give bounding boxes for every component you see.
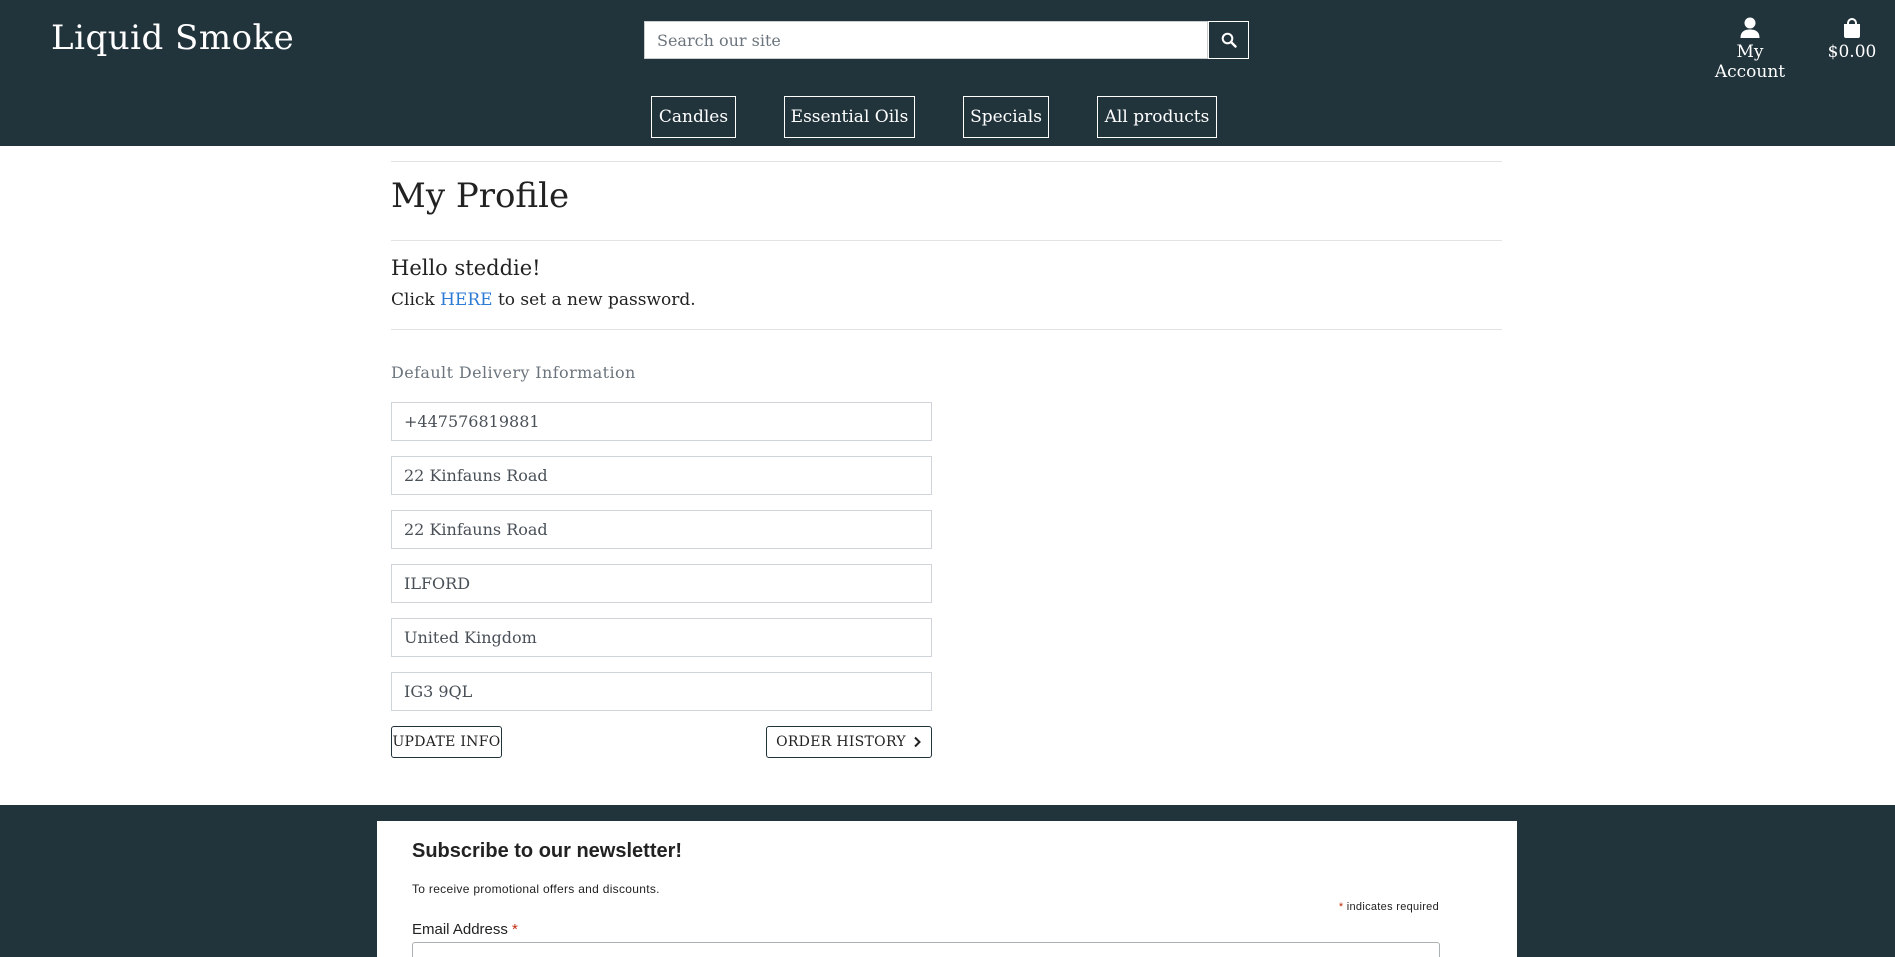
email-required-asterisk: * (512, 921, 518, 938)
password-reset-text: Click HERE to set a new password. (391, 290, 696, 310)
shopping-bag-icon (1844, 18, 1860, 38)
newsletter-subtitle: To receive promotional offers and discou… (412, 882, 660, 896)
my-account-link[interactable]: My Account (1700, 16, 1800, 82)
required-note-text: indicates required (1343, 901, 1439, 913)
divider (391, 240, 1502, 241)
search-button[interactable] (1208, 21, 1249, 59)
chevron-right-icon (914, 736, 921, 748)
newsletter-email-input[interactable] (412, 942, 1440, 957)
update-info-button[interactable]: UPDATE INFO (391, 726, 502, 758)
page-title: My Profile (391, 176, 570, 216)
my-account-label: My Account (1714, 42, 1786, 82)
greeting: Hello steddie! (391, 256, 541, 280)
order-history-button[interactable]: ORDER HISTORY (766, 726, 932, 758)
user-icon (1740, 17, 1760, 38)
cart-link[interactable]: $0.00 (1826, 16, 1878, 62)
brand-logo[interactable]: Liquid Smoke (51, 18, 294, 58)
address-line2-field[interactable]: 22 Kinfauns Road (391, 510, 932, 549)
country-field[interactable]: United Kingdom (391, 618, 932, 657)
email-label-text: Email Address (412, 921, 508, 938)
cart-total: $0.00 (1827, 42, 1877, 62)
email-label: Email Address * (412, 921, 518, 938)
site-header: Liquid Smoke My Account $0.00 Candles (0, 0, 1895, 146)
password-reset-link[interactable]: HERE (440, 290, 492, 310)
divider (391, 161, 1502, 162)
address-line1-field[interactable]: 22 Kinfauns Road (391, 456, 932, 495)
nav-all-products[interactable]: All products (1097, 96, 1217, 138)
required-note: * indicates required (1339, 901, 1439, 913)
town-field[interactable]: ILFORD (391, 564, 932, 603)
newsletter-signup: Subscribe to our newsletter! To receive … (377, 821, 1517, 957)
postcode-field[interactable]: IG3 9QL (391, 672, 932, 711)
divider (391, 329, 1502, 330)
phone-field[interactable]: +447576819881 (391, 402, 932, 441)
order-history-label: ORDER HISTORY (776, 734, 906, 750)
password-suffix: to set a new password. (492, 290, 696, 310)
newsletter-title: Subscribe to our newsletter! (412, 840, 683, 862)
search-bar (644, 21, 1249, 59)
nav-essential-oils[interactable]: Essential Oils (784, 96, 915, 138)
delivery-info-heading: Default Delivery Information (391, 363, 636, 382)
search-input[interactable] (644, 21, 1208, 59)
nav-specials[interactable]: Specials (963, 96, 1049, 138)
password-prefix: Click (391, 290, 441, 310)
nav-candles[interactable]: Candles (651, 96, 736, 138)
search-icon (1221, 32, 1237, 48)
